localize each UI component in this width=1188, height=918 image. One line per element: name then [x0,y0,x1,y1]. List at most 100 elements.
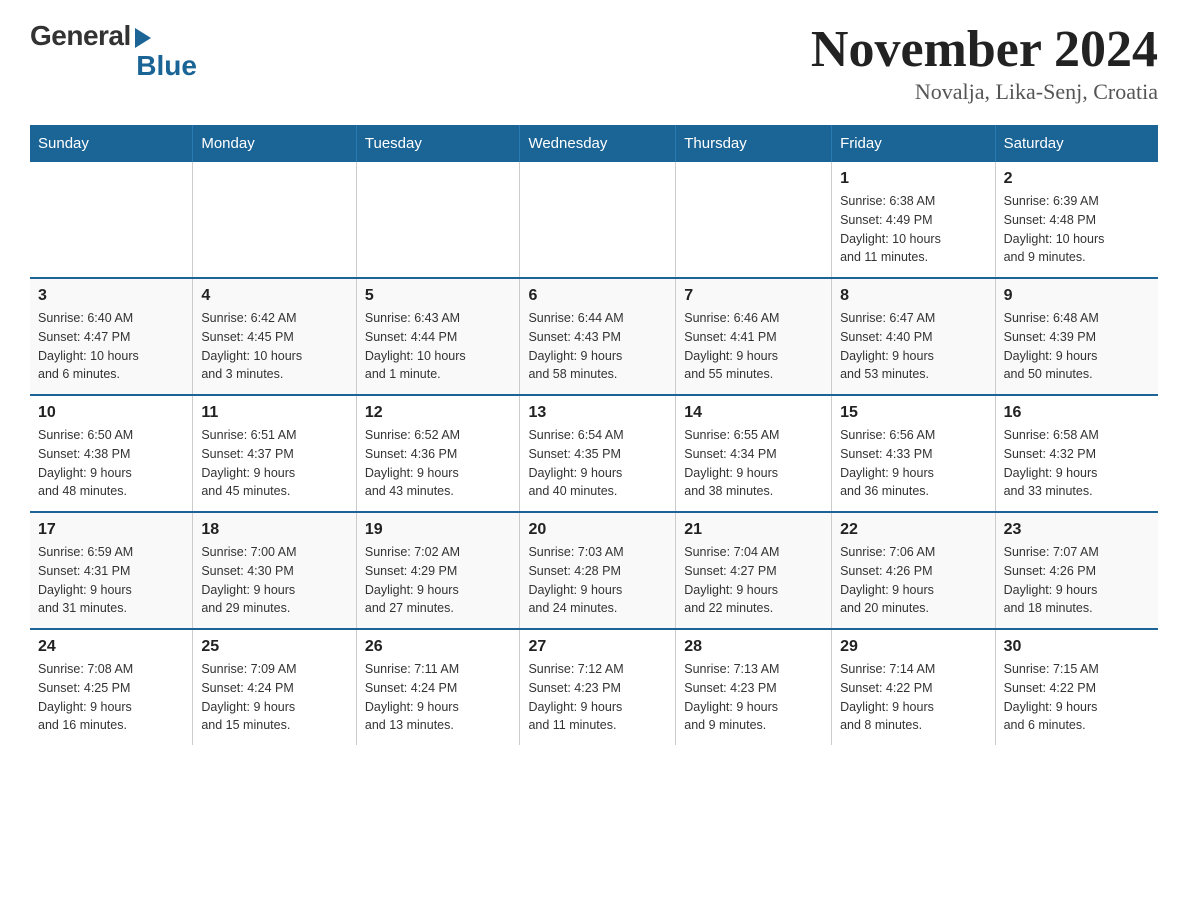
page-header: General General Blue November 2024 Noval… [30,20,1158,105]
calendar-cell: 26Sunrise: 7:11 AM Sunset: 4:24 PM Dayli… [356,629,520,745]
calendar-cell: 28 Sunrise: 7:13 AM Sunset: 4:23 PM Dayli… [676,629,832,745]
day-info: Sunrise: 6:50 AM Sunset: 4:38 PM Dayligh… [38,426,184,501]
calendar-cell: 25 Sunrise: 7:09 AM Sunset: 4:24 PM Dayli… [193,629,357,745]
day-info: Sunrise: 6:55 AM Sunset: 4:34 PM Dayligh… [684,426,823,501]
day-number: 5 [365,287,512,305]
calendar-cell: 12Sunrise: 6:52 AM Sunset: 4:36 PM Dayli… [356,395,520,512]
calendar-cell [520,162,676,278]
day-info: Sunrise: 6:47 AM Sunset: 4:40 PM Dayligh… [840,309,987,384]
day-info: Sunrise: 7:12 AM Sunset: 4:23 PM Dayligh… [528,660,667,735]
calendar-cell: 21Sunrise: 7:04 AM Sunset: 4:27 PM Dayli… [676,512,832,629]
day-number: 13 [528,404,667,422]
day-info: Sunrise: 7:02 AM Sunset: 4:29 PM Dayligh… [365,543,512,618]
day-info: Sunrise: 6:59 AM Sunset: 4:31 PM Dayligh… [38,543,184,618]
day-number: 27 [528,638,667,656]
day-info: Sunrise: 6:42 AM Sunset: 4:45 PM Dayligh… [201,309,348,384]
weekday-header-wednesday: Wednesday [520,125,676,162]
day-info: Sunrise: 7:04 AM Sunset: 4:27 PM Dayligh… [684,543,823,618]
day-number: 10 [38,404,184,422]
day-info: Sunrise: 7:11 AM Sunset: 4:24 PM Dayligh… [365,660,512,735]
day-number: 18 [201,521,348,539]
calendar-cell: 9 Sunrise: 6:48 AM Sunset: 4:39 PM Daylig… [995,278,1158,395]
day-info: Sunrise: 6:54 AM Sunset: 4:35 PM Dayligh… [528,426,667,501]
calendar-cell: 1 Sunrise: 6:38 AM Sunset: 4:49 PM Daylig… [832,162,996,278]
day-number: 8 [840,287,987,305]
calendar-title: November 2024 [811,20,1158,79]
day-number: 14 [684,404,823,422]
calendar-row: 3 Sunrise: 6:40 AM Sunset: 4:47 PM Daylig… [30,278,1158,395]
calendar-cell: 27 Sunrise: 7:12 AM Sunset: 4:23 PM Dayli… [520,629,676,745]
calendar-cell: 29 Sunrise: 7:14 AM Sunset: 4:22 PM Dayli… [832,629,996,745]
calendar-cell: 2Sunrise: 6:39 AM Sunset: 4:48 PM Daylig… [995,162,1158,278]
logo: General General Blue [30,20,197,84]
calendar-cell: 18Sunrise: 7:00 AM Sunset: 4:30 PM Dayli… [193,512,357,629]
day-info: Sunrise: 6:51 AM Sunset: 4:37 PM Dayligh… [201,426,348,501]
calendar-cell [676,162,832,278]
calendar-cell: 5 Sunrise: 6:43 AM Sunset: 4:44 PM Daylig… [356,278,520,395]
day-info: Sunrise: 6:40 AM Sunset: 4:47 PM Dayligh… [38,309,184,384]
calendar-cell: 22 Sunrise: 7:06 AM Sunset: 4:26 PM Dayli… [832,512,996,629]
day-number: 23 [1004,521,1150,539]
day-number: 3 [38,287,184,305]
day-number: 17 [38,521,184,539]
day-info: Sunrise: 7:09 AM Sunset: 4:24 PM Dayligh… [201,660,348,735]
day-info: Sunrise: 6:43 AM Sunset: 4:44 PM Dayligh… [365,309,512,384]
calendar-cell: 4 Sunrise: 6:42 AM Sunset: 4:45 PM Daylig… [193,278,357,395]
logo-arrow-icon [135,28,151,48]
day-number: 16 [1004,404,1150,422]
day-number: 7 [684,287,823,305]
weekday-header-monday: Monday [193,125,357,162]
calendar-cell: 19 Sunrise: 7:02 AM Sunset: 4:29 PM Dayli… [356,512,520,629]
day-info: Sunrise: 7:07 AM Sunset: 4:26 PM Dayligh… [1004,543,1150,618]
calendar-row: 10 Sunrise: 6:50 AM Sunset: 4:38 PM Dayli… [30,395,1158,512]
day-info: Sunrise: 6:58 AM Sunset: 4:32 PM Dayligh… [1004,426,1150,501]
day-number: 6 [528,287,667,305]
calendar-cell [30,162,193,278]
day-number: 4 [201,287,348,305]
day-number: 29 [840,638,987,656]
day-number: 1 [840,170,987,188]
day-number: 25 [201,638,348,656]
calendar-subtitle: Novalja, Lika-Senj, Croatia [811,79,1158,105]
calendar-cell: 11 Sunrise: 6:51 AM Sunset: 4:37 PM Dayli… [193,395,357,512]
title-block: November 2024 Novalja, Lika-Senj, Croati… [811,20,1158,105]
day-number: 12 [365,404,512,422]
calendar-cell: 8 Sunrise: 6:47 AM Sunset: 4:40 PM Daylig… [832,278,996,395]
day-number: 11 [201,404,348,422]
day-info: Sunrise: 7:03 AM Sunset: 4:28 PM Dayligh… [528,543,667,618]
calendar-cell [356,162,520,278]
day-number: 15 [840,404,987,422]
weekday-header-thursday: Thursday [676,125,832,162]
day-info: Sunrise: 6:39 AM Sunset: 4:48 PM Dayligh… [1004,192,1150,267]
calendar-cell [193,162,357,278]
weekday-header-saturday: Saturday [995,125,1158,162]
day-number: 24 [38,638,184,656]
day-number: 19 [365,521,512,539]
calendar-cell: 15Sunrise: 6:56 AM Sunset: 4:33 PM Dayli… [832,395,996,512]
calendar-cell: 17 Sunrise: 6:59 AM Sunset: 4:31 PM Dayli… [30,512,193,629]
day-info: Sunrise: 6:48 AM Sunset: 4:39 PM Dayligh… [1004,309,1150,384]
day-info: Sunrise: 6:38 AM Sunset: 4:49 PM Dayligh… [840,192,987,267]
weekday-header-friday: Friday [832,125,996,162]
calendar-row: 1 Sunrise: 6:38 AM Sunset: 4:49 PM Daylig… [30,162,1158,278]
day-number: 22 [840,521,987,539]
calendar-cell: 13 Sunrise: 6:54 AM Sunset: 4:35 PM Dayli… [520,395,676,512]
day-info: Sunrise: 7:14 AM Sunset: 4:22 PM Dayligh… [840,660,987,735]
day-info: Sunrise: 7:06 AM Sunset: 4:26 PM Dayligh… [840,543,987,618]
calendar-row: 24Sunrise: 7:08 AM Sunset: 4:25 PM Dayli… [30,629,1158,745]
calendar-cell: 30Sunrise: 7:15 AM Sunset: 4:22 PM Dayli… [995,629,1158,745]
day-info: Sunrise: 6:44 AM Sunset: 4:43 PM Dayligh… [528,309,667,384]
calendar-cell: 20 Sunrise: 7:03 AM Sunset: 4:28 PM Dayli… [520,512,676,629]
day-number: 9 [1004,287,1150,305]
calendar-cell: 10 Sunrise: 6:50 AM Sunset: 4:38 PM Dayli… [30,395,193,512]
day-number: 20 [528,521,667,539]
logo-blue-text: Blue [136,50,197,82]
calendar-cell: 7Sunrise: 6:46 AM Sunset: 4:41 PM Daylig… [676,278,832,395]
calendar-cell: 23 Sunrise: 7:07 AM Sunset: 4:26 PM Dayli… [995,512,1158,629]
weekday-header-tuesday: Tuesday [356,125,520,162]
day-info: Sunrise: 7:15 AM Sunset: 4:22 PM Dayligh… [1004,660,1150,735]
logo-general-text: General [30,20,131,52]
day-info: Sunrise: 7:13 AM Sunset: 4:23 PM Dayligh… [684,660,823,735]
calendar-cell: 16 Sunrise: 6:58 AM Sunset: 4:32 PM Dayli… [995,395,1158,512]
day-number: 28 [684,638,823,656]
